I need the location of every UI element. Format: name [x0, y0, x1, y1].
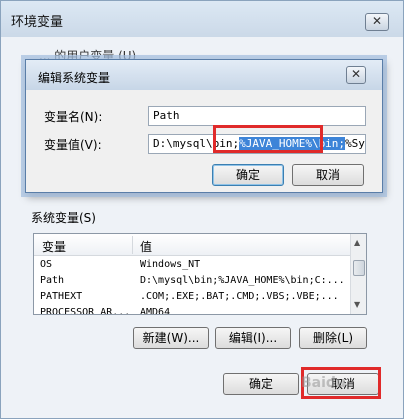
table-row[interactable]: PROCESSOR_AR... AMD64 — [34, 306, 350, 315]
value-text-selected: %JAVA_HOME%\bin; — [239, 137, 346, 150]
close-icon: ✕ — [350, 67, 362, 81]
row-variable-name: Path — [40, 275, 65, 286]
edit-variable-label: 编辑(I)... — [228, 331, 278, 345]
delete-variable-button[interactable]: 删除(L) — [299, 327, 367, 349]
table-row[interactable]: OS Windows_NT — [34, 258, 350, 274]
edit-dialog-title: 编辑系统变量 — [38, 71, 111, 85]
column-header-value[interactable]: 值 — [140, 238, 152, 255]
edit-variable-button[interactable]: 编辑(I)... — [215, 327, 291, 349]
row-variable-name: PATHEXT — [40, 291, 83, 302]
value-text-after: %System — [345, 137, 365, 150]
variable-value-label: 变量值(V): — [44, 138, 102, 152]
edit-ok-button[interactable]: 确定 — [212, 164, 284, 186]
row-variable-value: Windows_NT — [140, 259, 201, 270]
row-variable-value: D:\mysql\bin;%JAVA_HOME%\bin;C:... — [140, 275, 345, 286]
variable-name-value: Path — [153, 109, 180, 122]
scroll-down-icon[interactable]: ▼ — [354, 300, 360, 309]
variable-name-label: 变量名(N): — [44, 110, 103, 124]
outer-ok-button[interactable]: 确定 — [223, 373, 299, 395]
table-row[interactable]: PATHEXT .COM;.EXE;.BAT;.CMD;.VBS;.VBE;..… — [34, 290, 350, 306]
column-header-variable[interactable]: 变量 — [42, 238, 66, 255]
delete-variable-label: 删除(L) — [312, 331, 354, 345]
outer-close-button[interactable]: ✕ — [365, 13, 389, 31]
row-variable-name: OS — [40, 259, 53, 270]
column-divider — [132, 236, 133, 254]
new-variable-button[interactable]: 新建(W)... — [133, 327, 209, 349]
edit-dialog-title-bar: 编辑系统变量 ✕ — [26, 60, 382, 90]
table-scrollbar[interactable]: ▲ ▼ — [350, 234, 366, 314]
value-text-before: D:\mysql\bin; — [153, 137, 240, 150]
row-variable-value: .COM;.EXE;.BAT;.CMD;.VBS;.VBE;... — [140, 291, 339, 302]
row-variable-name: PROCESSOR_AR... — [40, 307, 130, 315]
watermark-text: Baidu — [301, 375, 346, 391]
edit-dialog-close-button[interactable]: ✕ — [346, 66, 366, 84]
edit-system-variable-dialog: 编辑系统变量 ✕ 变量名(N): Path 变量值(V): D:\mysql\b… — [25, 59, 383, 193]
edit-cancel-button[interactable]: 取消 — [292, 164, 364, 186]
outer-ok-label: 确定 — [248, 377, 273, 391]
table-row[interactable]: Path D:\mysql\bin;%JAVA_HOME%\bin;C:... — [34, 274, 350, 290]
outer-dialog-title: 环境变量 — [11, 15, 64, 30]
outer-title-bar: 环境变量 ✕ — [1, 1, 403, 37]
system-variables-label: 系统变量(S) — [31, 211, 96, 225]
scroll-up-icon[interactable]: ▲ — [354, 238, 360, 247]
row-variable-value: AMD64 — [140, 307, 171, 315]
environment-variables-dialog: 环境变量 ✕ ... 的用户变量 (U) 编辑系统变量 ✕ 变量名(N): Pa… — [0, 0, 404, 419]
variable-value-input[interactable]: D:\mysql\bin;%JAVA_HOME%\bin;%System — [148, 134, 366, 154]
table-header: 变量 值 — [34, 234, 350, 256]
system-variables-table: 变量 值 OS Windows_NT Path D:\mysql\bin;%JA… — [33, 233, 367, 315]
edit-cancel-label: 取消 — [315, 168, 340, 182]
close-icon: ✕ — [371, 14, 383, 28]
edit-ok-label: 确定 — [235, 168, 260, 182]
variable-name-input[interactable]: Path — [148, 106, 366, 126]
scrollbar-thumb[interactable] — [353, 260, 365, 276]
new-variable-label: 新建(W)... — [142, 331, 200, 345]
